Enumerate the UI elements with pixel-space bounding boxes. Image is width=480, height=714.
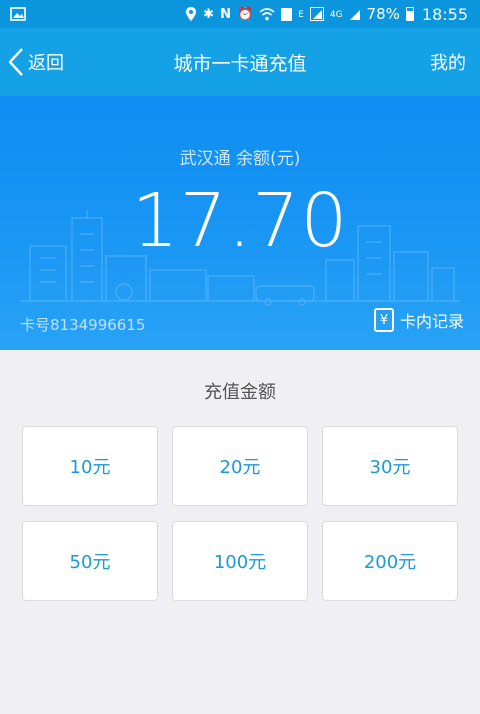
- wifi-icon: [259, 7, 275, 20]
- image-icon: [10, 7, 26, 21]
- amount-option-50[interactable]: 50元: [22, 521, 158, 601]
- bluetooth-icon: ✱: [203, 6, 215, 22]
- card-records-label: 卡内记录: [399, 312, 464, 331]
- yuan-receipt-icon: ¥: [373, 308, 394, 332]
- recharge-section-title: 充值金额: [204, 382, 276, 403]
- balance-amount: 17.70: [131, 178, 349, 264]
- back-label: 返回: [28, 53, 64, 74]
- amount-option-200[interactable]: 200元: [322, 521, 458, 601]
- nfc-icon: N: [220, 6, 231, 22]
- page-title: 城市一卡通充值: [173, 52, 307, 75]
- location-icon: [186, 7, 197, 21]
- chevron-left-icon: [8, 48, 23, 76]
- battery-percentage: 78%: [366, 5, 400, 23]
- sim-icon: [281, 7, 293, 21]
- amount-option-100[interactable]: 100元: [172, 521, 308, 601]
- network-type: 4G: [329, 9, 343, 20]
- status-bar: ✱ N ⏰ E 4G 78% 18:55: [0, 0, 480, 28]
- card-records-button[interactable]: ¥ 卡内记录: [373, 308, 464, 332]
- balance-card: 武汉通 余额(元) 17.70 卡号8134996615 ¥ 卡内记录: [0, 96, 480, 350]
- amount-option-30[interactable]: 30元: [322, 426, 458, 506]
- back-button[interactable]: 返回: [8, 28, 64, 96]
- amount-option-10[interactable]: 10元: [22, 426, 158, 506]
- balance-label: 武汉通 余额(元): [179, 149, 301, 169]
- signal-icon-2: [349, 9, 360, 20]
- battery-icon: [405, 7, 414, 21]
- alarm-icon: ⏰: [236, 6, 254, 22]
- nav-bar: 返回 城市一卡通充值 我的: [0, 28, 480, 96]
- signal-icon: [309, 7, 324, 21]
- mine-button[interactable]: 我的: [430, 28, 466, 96]
- status-time: 18:55: [421, 4, 468, 24]
- amount-option-20[interactable]: 20元: [172, 426, 308, 506]
- network-indicator: E: [298, 9, 304, 20]
- card-number: 卡号8134996615: [20, 316, 146, 334]
